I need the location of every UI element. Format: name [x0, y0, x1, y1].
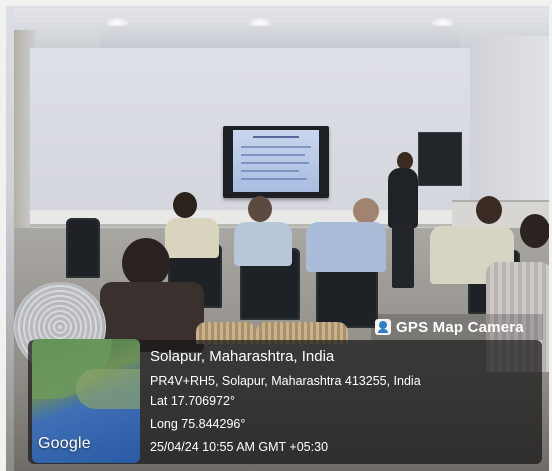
gps-app-name: GPS Map Camera: [396, 318, 524, 336]
map-thumbnail: Google: [32, 339, 140, 463]
map-attribution: Google: [38, 435, 91, 452]
gps-camera-icon: [375, 319, 391, 335]
latitude: Lat 17.706972°: [150, 394, 235, 408]
address-line: PR4V+RH5, Solapur, Maharashtra 413255, I…: [150, 374, 421, 388]
second-display: [418, 132, 462, 186]
timestamp: 25/04/24 10:55 AM GMT +05:30: [150, 440, 329, 454]
chair: [66, 218, 100, 278]
ceiling-soffit: [100, 26, 460, 50]
longitude: Long 75.844296°: [150, 417, 246, 431]
gps-app-label: GPS Map Camera: [371, 314, 543, 340]
location-title: Solapur, Maharashtra, India: [150, 348, 335, 365]
presentation-tv: [223, 126, 329, 198]
tv-screen: [233, 130, 319, 192]
